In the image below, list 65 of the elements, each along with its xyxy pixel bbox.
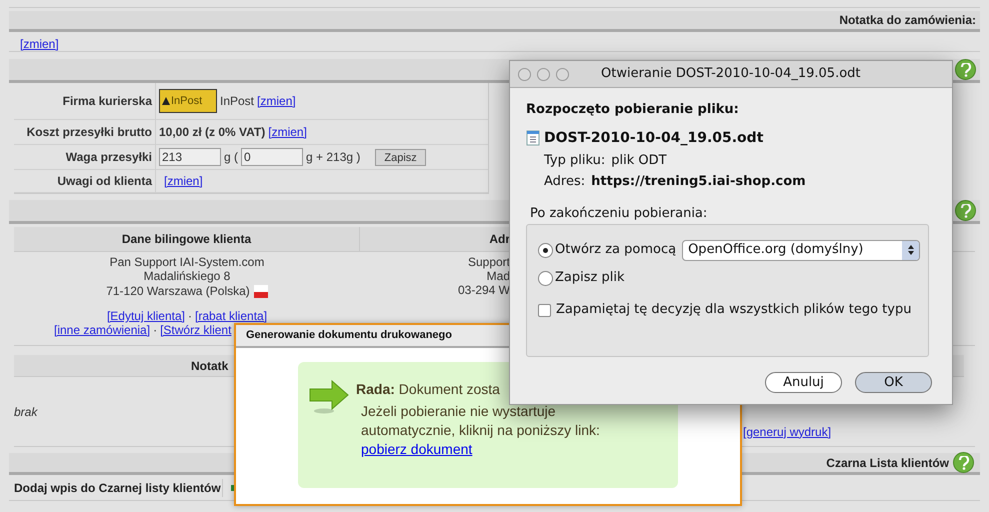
link[interactable]: [rabat klienta] [195, 309, 268, 323]
help-icon[interactable] [953, 452, 974, 473]
field-label: Dodaj wpis do Czarnej listy klientów [9, 478, 223, 496]
window-button[interactable] [556, 68, 569, 80]
field-label: Waga przesyłki [64, 149, 153, 166]
download-link[interactable]: pobierz dokument [356, 440, 472, 459]
weight-field[interactable]: 213 [159, 148, 221, 166]
help-icon[interactable] [955, 200, 976, 221]
edit-link[interactable]: [zmien] [257, 92, 296, 110]
tip-heading: Rada: Dokument zosta [356, 380, 501, 399]
radio-button[interactable] [538, 270, 553, 286]
edit-link[interactable]: [zmien] [20, 37, 59, 51]
column-header: Dane bilingowe klienta [14, 227, 360, 251]
field-label: Adres: [544, 172, 586, 191]
cancel-button[interactable]: Anuluj [765, 372, 842, 393]
help-icon[interactable] [955, 59, 976, 80]
dialog-heading: Rozpoczęto pobieranie pliku: [526, 101, 740, 119]
field-label: Firma kurierska [62, 93, 154, 110]
link[interactable]: [inne zamówienia] [54, 323, 150, 337]
courier-name: InPost [220, 93, 254, 110]
unit-label: g + 213g ) [306, 149, 360, 166]
window-button[interactable] [518, 68, 531, 80]
file-address: https://trening5.iai-shop.com [591, 172, 806, 191]
address-line: 71-120 Warszawa (Polska) [106, 284, 250, 298]
column-header: Adr [360, 227, 510, 251]
link[interactable]: [Edytuj klienta] [106, 309, 185, 323]
edit-link[interactable]: [zmien] [164, 172, 203, 190]
field-label: Typ pliku: [544, 152, 606, 170]
dropdown-arrows-icon [902, 240, 920, 260]
group-label: Po zakończeniu pobierania: [529, 205, 708, 223]
print-link[interactable]: [generuj wydruk] [743, 422, 832, 440]
shipping-cost: 10,00 zł (z 0% VAT) [159, 124, 266, 141]
address-line: Madalińskiego 8 [144, 269, 230, 283]
note-text: brak [14, 404, 38, 418]
edit-link[interactable]: [zmien] [268, 123, 307, 141]
address-line: Support [468, 255, 510, 269]
app-dropdown[interactable]: OpenOffice.org (domyślny) [682, 240, 920, 260]
flag-icon [254, 285, 268, 298]
file-name: DOST-2010-10-04_19.05.odt [544, 128, 764, 148]
tip-text: Jeżeli pobieranie nie wystartuje automatycznie, kliknij na poniższy link: [360, 402, 601, 440]
link[interactable]: [Stwórz klient [160, 323, 232, 337]
document-icon [526, 130, 540, 146]
save-button[interactable]: Zapisz [375, 148, 426, 166]
address-line: 03-294 W [458, 283, 510, 297]
ok-button[interactable]: OK [855, 372, 932, 393]
checkbox[interactable] [538, 304, 551, 316]
separator-dot: · [153, 323, 158, 337]
address-line: Mad [486, 269, 510, 283]
radio-option[interactable]: Otwórz za pomocą [538, 240, 676, 260]
unit-label: g ( [224, 149, 238, 166]
courier-logo: InPost [159, 89, 217, 113]
file-type: plik ODT [611, 152, 667, 170]
extra-weight-field[interactable]: 0 [241, 148, 304, 166]
radio-button[interactable] [538, 242, 553, 258]
radio-option[interactable]: Zapisz plik [538, 268, 624, 288]
section-title: Notatka do zamówienia: [839, 12, 976, 29]
field-label: Uwagi od klienta [56, 173, 154, 190]
section-title: Czarna Lista klientów [826, 454, 949, 472]
window-title: Otwieranie DOST-2010-10-04_19.05.odt [601, 65, 860, 84]
address-line: Pan Support IAI-System.com [110, 255, 264, 269]
window-button[interactable] [537, 68, 550, 80]
separator-dot: · [188, 309, 192, 323]
field-label: Koszt przesyłki brutto [26, 124, 153, 141]
arrow-icon [308, 380, 350, 414]
remember-checkbox[interactable]: Zapamiętaj tę decyzję dla wszystkich plików tego typu [538, 298, 912, 322]
